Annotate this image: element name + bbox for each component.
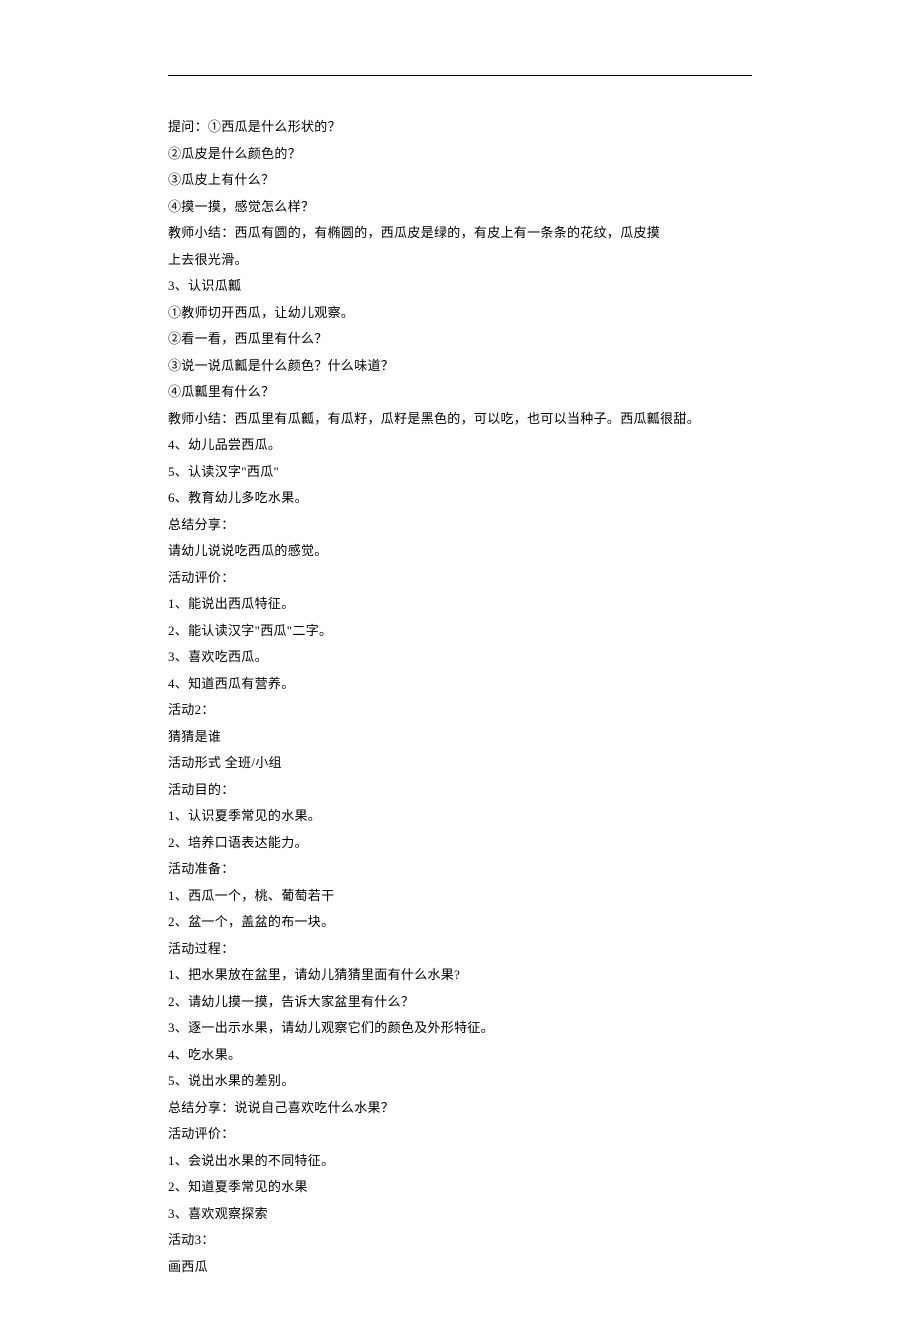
document-page: 提问：①西瓜是什么形状的？②瓜皮是什么颜色的？③瓜皮上有什么？④摸一摸，感觉怎么… bbox=[0, 0, 920, 1340]
text-line: 6、教育幼儿多吃水果。 bbox=[168, 485, 752, 512]
text-line: 3、认识瓜瓤 bbox=[168, 273, 752, 300]
text-line: 总结分享：说说自己喜欢吃什么水果？ bbox=[168, 1095, 752, 1122]
text-line: 活动评价： bbox=[168, 565, 752, 592]
text-line: 提问：①西瓜是什么形状的？ bbox=[168, 114, 752, 141]
text-line: 5、认读汉字"西瓜" bbox=[168, 459, 752, 486]
text-line: 4、知道西瓜有营养。 bbox=[168, 671, 752, 698]
text-line: 1、认识夏季常见的水果。 bbox=[168, 803, 752, 830]
text-line: 猜猜是谁 bbox=[168, 724, 752, 751]
text-line: 2、盆一个，盖盆的布一块。 bbox=[168, 909, 752, 936]
text-line: 1、把水果放在盆里，请幼儿猜猜里面有什么水果? bbox=[168, 962, 752, 989]
text-line: 画西瓜 bbox=[168, 1254, 752, 1281]
text-line: 请幼儿说说吃西瓜的感觉。 bbox=[168, 538, 752, 565]
text-line: 教师小结：西瓜有圆的，有椭圆的，西瓜皮是绿的，有皮上有一条条的花纹，瓜皮摸 bbox=[168, 220, 752, 247]
text-line: ④摸一摸，感觉怎么样？ bbox=[168, 194, 752, 221]
text-line: 活动2： bbox=[168, 697, 752, 724]
text-line: 1、能说出西瓜特征。 bbox=[168, 591, 752, 618]
text-line: 1、西瓜一个，桃、葡萄若干 bbox=[168, 883, 752, 910]
text-line: 教师小结：西瓜里有瓜瓤，有瓜籽，瓜籽是黑色的，可以吃，也可以当种子。西瓜瓤很甜。 bbox=[168, 406, 752, 433]
text-line: ②瓜皮是什么颜色的？ bbox=[168, 141, 752, 168]
text-line: 3、逐一出示水果，请幼儿观察它们的颜色及外形特征。 bbox=[168, 1015, 752, 1042]
text-line: ④瓜瓤里有什么？ bbox=[168, 379, 752, 406]
text-line: 3、喜欢观察探索 bbox=[168, 1201, 752, 1228]
text-line: ①教师切开西瓜，让幼儿观察。 bbox=[168, 300, 752, 327]
text-line: 活动3： bbox=[168, 1227, 752, 1254]
text-line: ③说一说瓜瓤是什么颜色？什么味道？ bbox=[168, 353, 752, 380]
text-line: 2、能认读汉字"西瓜"二字。 bbox=[168, 618, 752, 645]
text-line: 3、喜欢吃西瓜。 bbox=[168, 644, 752, 671]
text-line: 活动准备： bbox=[168, 856, 752, 883]
header-divider bbox=[168, 75, 752, 76]
text-line: 总结分享： bbox=[168, 512, 752, 539]
text-line: 4、吃水果。 bbox=[168, 1042, 752, 1069]
text-line: ③瓜皮上有什么？ bbox=[168, 167, 752, 194]
text-line: ②看一看，西瓜里有什么？ bbox=[168, 326, 752, 353]
document-content: 提问：①西瓜是什么形状的？②瓜皮是什么颜色的？③瓜皮上有什么？④摸一摸，感觉怎么… bbox=[168, 114, 752, 1280]
text-line: 1、会说出水果的不同特征。 bbox=[168, 1148, 752, 1175]
text-line: 活动目的： bbox=[168, 777, 752, 804]
text-line: 上去很光滑。 bbox=[168, 247, 752, 274]
text-line: 2、培养口语表达能力。 bbox=[168, 830, 752, 857]
text-line: 活动形式 全班/小组 bbox=[168, 750, 752, 777]
text-line: 2、请幼儿摸一摸，告诉大家盆里有什么？ bbox=[168, 989, 752, 1016]
text-line: 活动过程： bbox=[168, 936, 752, 963]
text-line: 4、幼儿品尝西瓜。 bbox=[168, 432, 752, 459]
text-line: 2、知道夏季常见的水果 bbox=[168, 1174, 752, 1201]
text-line: 活动评价： bbox=[168, 1121, 752, 1148]
text-line: 5、说出水果的差别。 bbox=[168, 1068, 752, 1095]
